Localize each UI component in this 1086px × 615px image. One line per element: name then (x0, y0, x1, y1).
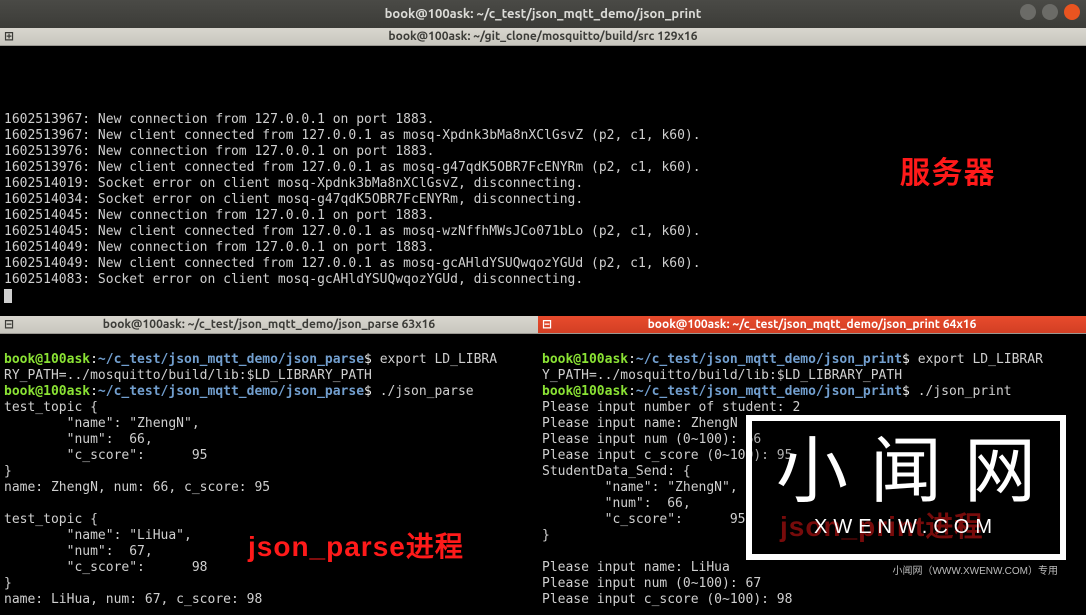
out-line: Please input name: LiHua (542, 560, 730, 575)
left-terminal[interactable]: book@100ask:~/c_test/json_mqtt_demo/json… (0, 334, 538, 615)
out-line: "name": "LiHua", (4, 528, 192, 543)
log-line: 1602513967: New connection from 127.0.0.… (4, 112, 434, 127)
prompt-user: book@100ask (542, 352, 628, 367)
out-line: } (542, 528, 550, 543)
out-line: name: LiHua, num: 67, c_score: 98 (4, 592, 262, 607)
log-line: 1602514083: Socket error on client mosq-… (4, 272, 583, 287)
right-pane-title-text: book@100ask: ~/c_test/json_mqtt_demo/jso… (648, 318, 977, 331)
out-line: StudentData_Send: { (542, 464, 691, 479)
log-line: 1602514045: New client connected from 12… (4, 224, 701, 239)
log-line: 1602514019: Socket error on client mosq-… (4, 176, 583, 191)
out-line: "c_score": 98 (4, 560, 208, 575)
out-line: Please input number of student: 2 (542, 400, 800, 415)
prompt-path: ~/c_test/json_mqtt_demo/json_parse (98, 384, 364, 399)
out-line: "name": "ZhengN", (542, 480, 738, 495)
window-titlebar: book@100ask: ~/c_test/json_mqtt_demo/jso… (0, 0, 1086, 28)
out-line: "name": "ZhengN", (4, 416, 200, 431)
out-line: Please input num (0~100): 66 (542, 432, 761, 447)
out-line: "num": 66, (4, 432, 153, 447)
out-line: Please input name: ZhengN (542, 416, 738, 431)
left-pane-titlebar[interactable]: ⊟ book@100ask: ~/c_test/json_mqtt_demo/j… (0, 316, 538, 334)
out-line: test_topic { (4, 400, 98, 415)
log-line: 1602514049: New client connected from 12… (4, 256, 701, 271)
top-pane-titlebar[interactable]: ⊞ book@100ask: ~/git_clone/mosquitto/bui… (0, 28, 1086, 46)
out-line: Please input c_score (0~100): 95 (542, 448, 792, 463)
out-line: Please input num (0~100): 67 (542, 576, 761, 591)
top-terminal[interactable]: 1602513967: New connection from 127.0.0.… (0, 46, 1086, 316)
prompt-path: ~/c_test/json_mqtt_demo/json_print (636, 384, 902, 399)
prompt-path: ~/c_test/json_mqtt_demo/json_print (636, 352, 902, 367)
cmd: export LD_LIBRAR (918, 352, 1043, 367)
out-line: "c_score": 95 (542, 512, 746, 527)
window-title: book@100ask: ~/c_test/json_mqtt_demo/jso… (385, 7, 702, 21)
split-icon: ⊞ (4, 29, 14, 43)
cmd-cont: RY_PATH=../mosquitto/build/lib:$LD_LIBRA… (4, 368, 372, 383)
split-icon: ⊟ (542, 317, 552, 331)
out-line: test_topic { (4, 512, 98, 527)
top-pane-title-text: book@100ask: ~/git_clone/mosquitto/build… (388, 30, 697, 43)
out-line: Please input c_score (0~100): 98 (542, 592, 792, 607)
out-line: "c_score": 95 (4, 448, 208, 463)
log-line: 1602513967: New client connected from 12… (4, 128, 701, 143)
minimize-button[interactable] (1020, 4, 1036, 20)
out-line: name: ZhengN, num: 66, c_score: 95 (4, 480, 270, 495)
right-terminal[interactable]: book@100ask:~/c_test/json_mqtt_demo/json… (538, 334, 1086, 615)
log-line: 1602514045: New connection from 127.0.0.… (4, 208, 434, 223)
close-button[interactable] (1064, 4, 1080, 20)
prompt-user: book@100ask (4, 384, 90, 399)
right-pane-titlebar[interactable]: ⊟ book@100ask: ~/c_test/json_mqtt_demo/j… (538, 316, 1086, 334)
out-line: "num": 66, (542, 496, 691, 511)
out-line: } (4, 464, 12, 479)
cmd: export LD_LIBRA (380, 352, 497, 367)
log-line: 1602513976: New connection from 127.0.0.… (4, 144, 434, 159)
log-line: 1602513976: New client connected from 12… (4, 160, 701, 175)
log-line: 1602514049: New connection from 127.0.0.… (4, 240, 434, 255)
prompt-user: book@100ask (542, 384, 628, 399)
out-line: } (4, 576, 12, 591)
log-line: 1602514034: Socket error on client mosq-… (4, 192, 583, 207)
cursor (4, 289, 12, 303)
split-icon: ⊟ (4, 317, 14, 331)
cmd-cont: Y_PATH=../mosquitto/build/lib:$LD_LIBRAR… (542, 368, 902, 383)
maximize-button[interactable] (1042, 4, 1058, 20)
cmd: ./json_print (918, 384, 1012, 399)
prompt-user: book@100ask (4, 352, 90, 367)
left-pane-title-text: book@100ask: ~/c_test/json_mqtt_demo/jso… (103, 318, 435, 331)
cmd: ./json_parse (380, 384, 474, 399)
out-line: "num": 67, (4, 544, 153, 559)
prompt-path: ~/c_test/json_mqtt_demo/json_parse (98, 352, 364, 367)
window-buttons (1020, 4, 1080, 20)
